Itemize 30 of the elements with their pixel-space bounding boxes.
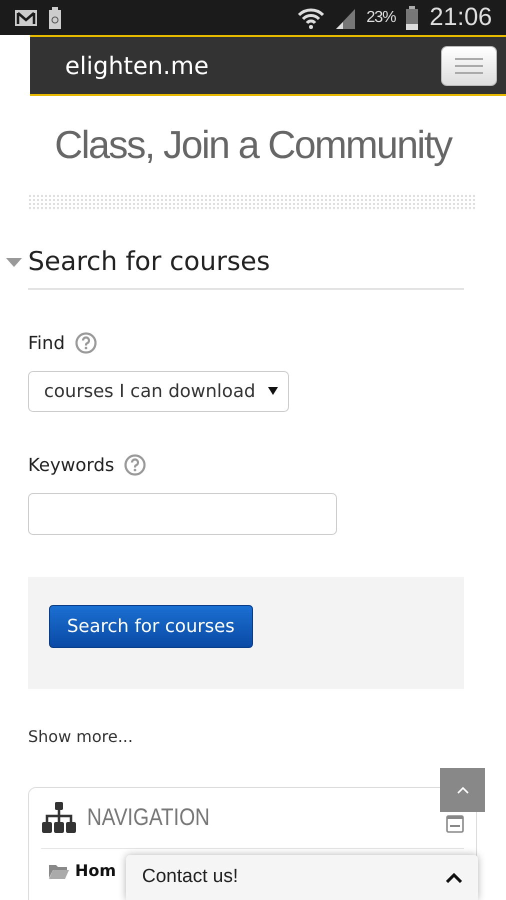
- field-label: Keywords: [28, 454, 114, 478]
- search-button[interactable]: Search for courses: [49, 604, 253, 648]
- mail-icon: [14, 8, 38, 28]
- battery-level: 23%: [366, 8, 396, 28]
- battery-icon: [405, 6, 420, 30]
- contact-toast[interactable]: Contact us!: [126, 855, 478, 900]
- sitemap-icon: [41, 802, 77, 834]
- battery-recycle-icon: [48, 6, 62, 28]
- caret-icon: [268, 387, 278, 396]
- chevron-up-icon: [456, 786, 468, 794]
- nav-item[interactable]: Hom: [75, 858, 116, 883]
- brand-link[interactable]: elighten.me: [65, 48, 209, 84]
- input-field[interactable]: [28, 492, 337, 535]
- help-icon[interactable]: [124, 454, 146, 476]
- signal-icon: [334, 6, 356, 28]
- block-title: NAVIGATION: [87, 802, 210, 833]
- collapse-block-icon[interactable]: [446, 814, 464, 833]
- wifi-icon: [298, 6, 324, 28]
- show-more-link[interactable]: Show more...: [28, 724, 506, 749]
- section-heading: Search for courses: [28, 246, 270, 278]
- folder-icon: [49, 862, 69, 879]
- page-headline: Class, Join a Community: [54, 123, 453, 169]
- dropdown-value: courses I can download: [44, 380, 256, 404]
- dropdown-field[interactable]: courses I can download: [28, 370, 289, 412]
- help-icon[interactable]: [74, 332, 97, 354]
- clock: 21:06: [429, 2, 492, 33]
- field-label: Find: [28, 332, 65, 356]
- chevron-up-icon: [446, 872, 462, 882]
- collapse-triangle-icon[interactable]: [6, 256, 22, 268]
- menu-button[interactable]: [441, 46, 497, 86]
